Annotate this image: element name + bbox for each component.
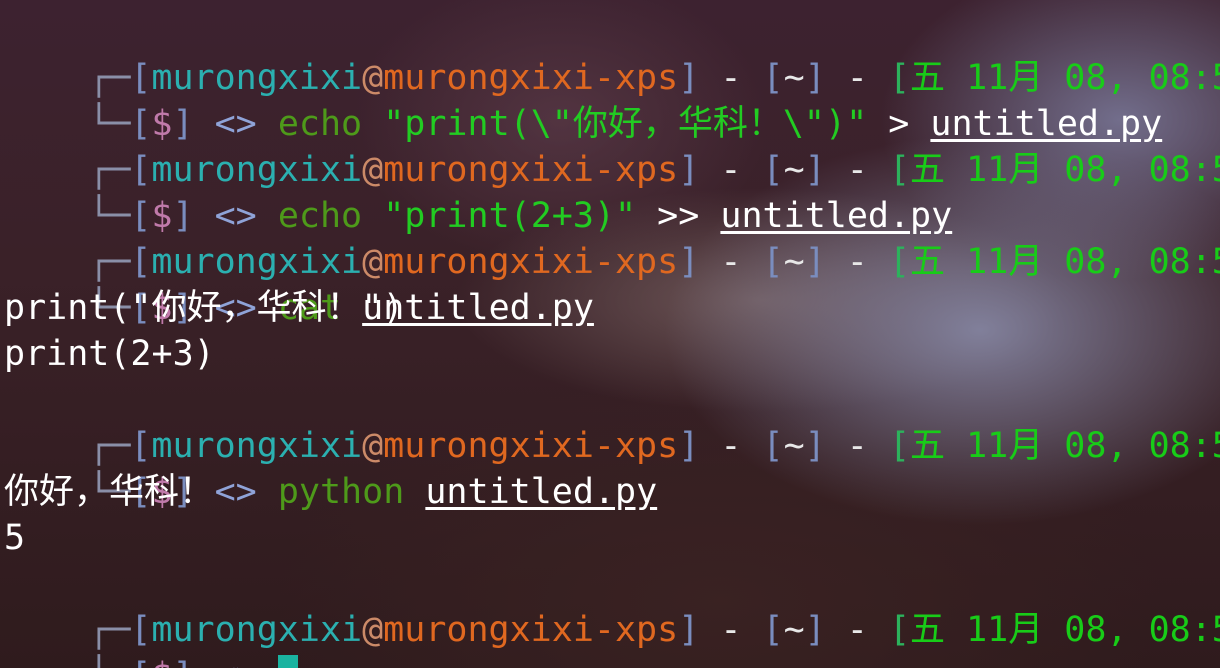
prompt-host: murongxixi-xps [383, 610, 679, 650]
output-line: print("你好，华科！") [4, 288, 404, 328]
prompt-header-5: ┌─[murongxixi@murongxixi-xps] - [~] - [五… [4, 561, 1220, 650]
prompt-header-4: ┌─[murongxixi@murongxixi-xps] - [~] - [五… [4, 377, 1220, 466]
terminal-window[interactable]: ┌─[murongxixi@murongxixi-xps] - [~] - [五… [0, 0, 1220, 668]
file-name[interactable]: untitled.py [425, 472, 657, 512]
output-line: 5 [4, 518, 26, 558]
output-line: print(2+3) [4, 334, 215, 374]
text-cursor[interactable] [277, 655, 298, 668]
command-input-line[interactable]: └─[$] <> [4, 607, 298, 668]
command-line-2: └─[$] <> echo "print(2+3)" >> untitled.p… [88, 196, 953, 236]
prompt-header-1: ┌─[murongxixi@murongxixi-xps] - [~] - [五… [4, 9, 1220, 98]
command-name: python [277, 472, 405, 512]
prompt-datetime: 五 11月 08, 08:56 [910, 150, 1220, 190]
prompt-datetime: 五 11月 08, 08:57 [910, 610, 1220, 650]
command-line-3: └─[$] <> cat untitled.py [88, 288, 594, 328]
prompt-header-3: ┌─[murongxixi@murongxixi-xps] - [~] - [五… [4, 193, 1220, 282]
prompt-datetime: 五 11月 08, 08:56 [910, 242, 1220, 282]
command-line-4: └─[$] <> python untitled.py [88, 472, 658, 512]
command-line-1: └─[$] <> echo "print(\"你好，华科！\")" > unti… [4, 55, 1162, 144]
prompt-datetime: 五 11月 08, 08:56 [910, 426, 1220, 466]
prompt-header-2: ┌─[murongxixi@murongxixi-xps] - [~] - [五… [4, 101, 1220, 190]
output-line: 你好，华科！ [4, 472, 215, 512]
